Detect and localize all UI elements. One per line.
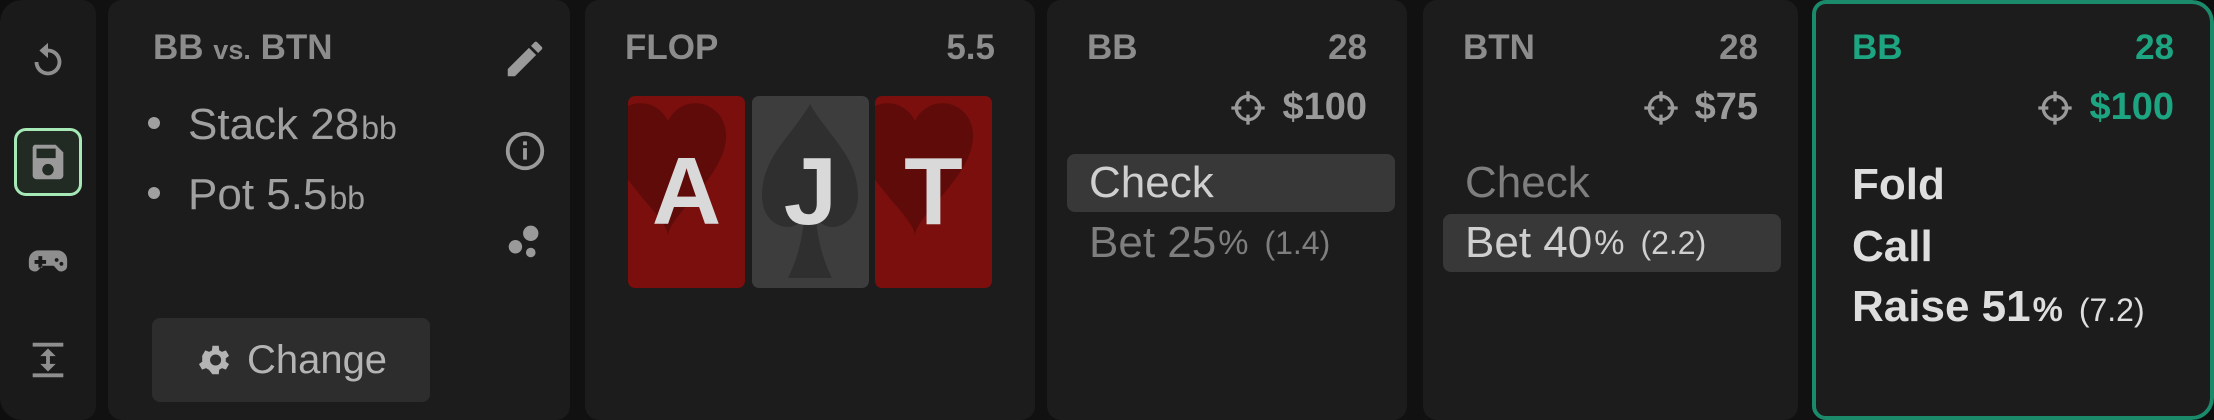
action-bet[interactable]: Bet 40 % (2.2) xyxy=(1443,214,1781,272)
action-fold[interactable]: Fold xyxy=(1852,160,1945,210)
pot-row: Pot 5.5 bb xyxy=(148,170,365,220)
info-button[interactable] xyxy=(498,124,552,178)
bb-response-panel: BB 28 $100 Fold Call Raise 51 % (7.2) xyxy=(1812,0,2214,420)
player-label: BB xyxy=(1852,28,1903,67)
money-line: $100 xyxy=(2035,86,2174,129)
action-check[interactable]: Check xyxy=(1067,154,1395,212)
money-line: $75 xyxy=(1641,86,1758,129)
player-stack: 28 xyxy=(1719,28,1758,67)
reset-icon xyxy=(34,42,62,76)
crosshair-icon xyxy=(1643,90,1678,125)
player-stack: 28 xyxy=(2135,28,2174,67)
action-bet[interactable]: Bet 25 % (1.4) xyxy=(1067,214,1395,272)
bullet xyxy=(148,117,160,129)
board-card: T xyxy=(875,96,992,288)
change-button[interactable]: Change xyxy=(152,318,430,402)
pencil-icon xyxy=(507,41,543,77)
street-label: FLOP xyxy=(625,28,719,67)
bb-action-panel: BB 28 $100 Check Bet 25 % (1.4) xyxy=(1047,0,1407,420)
player-label: BB xyxy=(1087,28,1138,67)
flop-panel: FLOP 5.5 A J T xyxy=(585,0,1035,420)
info-icon xyxy=(505,131,545,171)
gamepad-icon xyxy=(28,250,68,272)
game-button[interactable] xyxy=(14,226,82,294)
edit-button[interactable] xyxy=(498,32,552,86)
save-button[interactable] xyxy=(14,128,82,196)
save-icon xyxy=(32,144,64,180)
spot-info-panel: BB vs. BTN Stack 28 bb Pot 5.5 bb Change xyxy=(108,0,570,420)
gear-icon xyxy=(198,345,229,375)
btn-action-panel: BTN 28 $75 Check Bet 40 % (2.2) xyxy=(1423,0,1798,420)
cluster-button[interactable] xyxy=(498,214,552,268)
expand-vertical-icon xyxy=(32,342,64,378)
reset-button[interactable] xyxy=(14,28,82,96)
toolbar xyxy=(0,0,96,420)
crosshair-icon xyxy=(2038,90,2073,125)
expand-button[interactable] xyxy=(14,326,82,394)
board-card: J xyxy=(752,96,869,288)
cluster-icon xyxy=(508,225,539,258)
pot-size: 5.5 xyxy=(946,28,995,67)
stack-row: Stack 28 bb xyxy=(148,100,397,150)
player-stack: 28 xyxy=(1328,28,1367,67)
action-check[interactable]: Check xyxy=(1443,154,1781,212)
action-raise[interactable]: Raise 51 % (7.2) xyxy=(1852,282,2145,332)
bullet xyxy=(148,187,160,199)
poker-solver-strip: BB vs. BTN Stack 28 bb Pot 5.5 bb Change… xyxy=(0,0,2214,420)
crosshair-icon xyxy=(1231,90,1266,125)
board-card: A xyxy=(628,96,745,288)
matchup-title: BB vs. BTN xyxy=(153,28,333,67)
money-line: $100 xyxy=(1228,86,1367,129)
player-label: BTN xyxy=(1463,28,1535,67)
action-call[interactable]: Call xyxy=(1852,222,1933,272)
